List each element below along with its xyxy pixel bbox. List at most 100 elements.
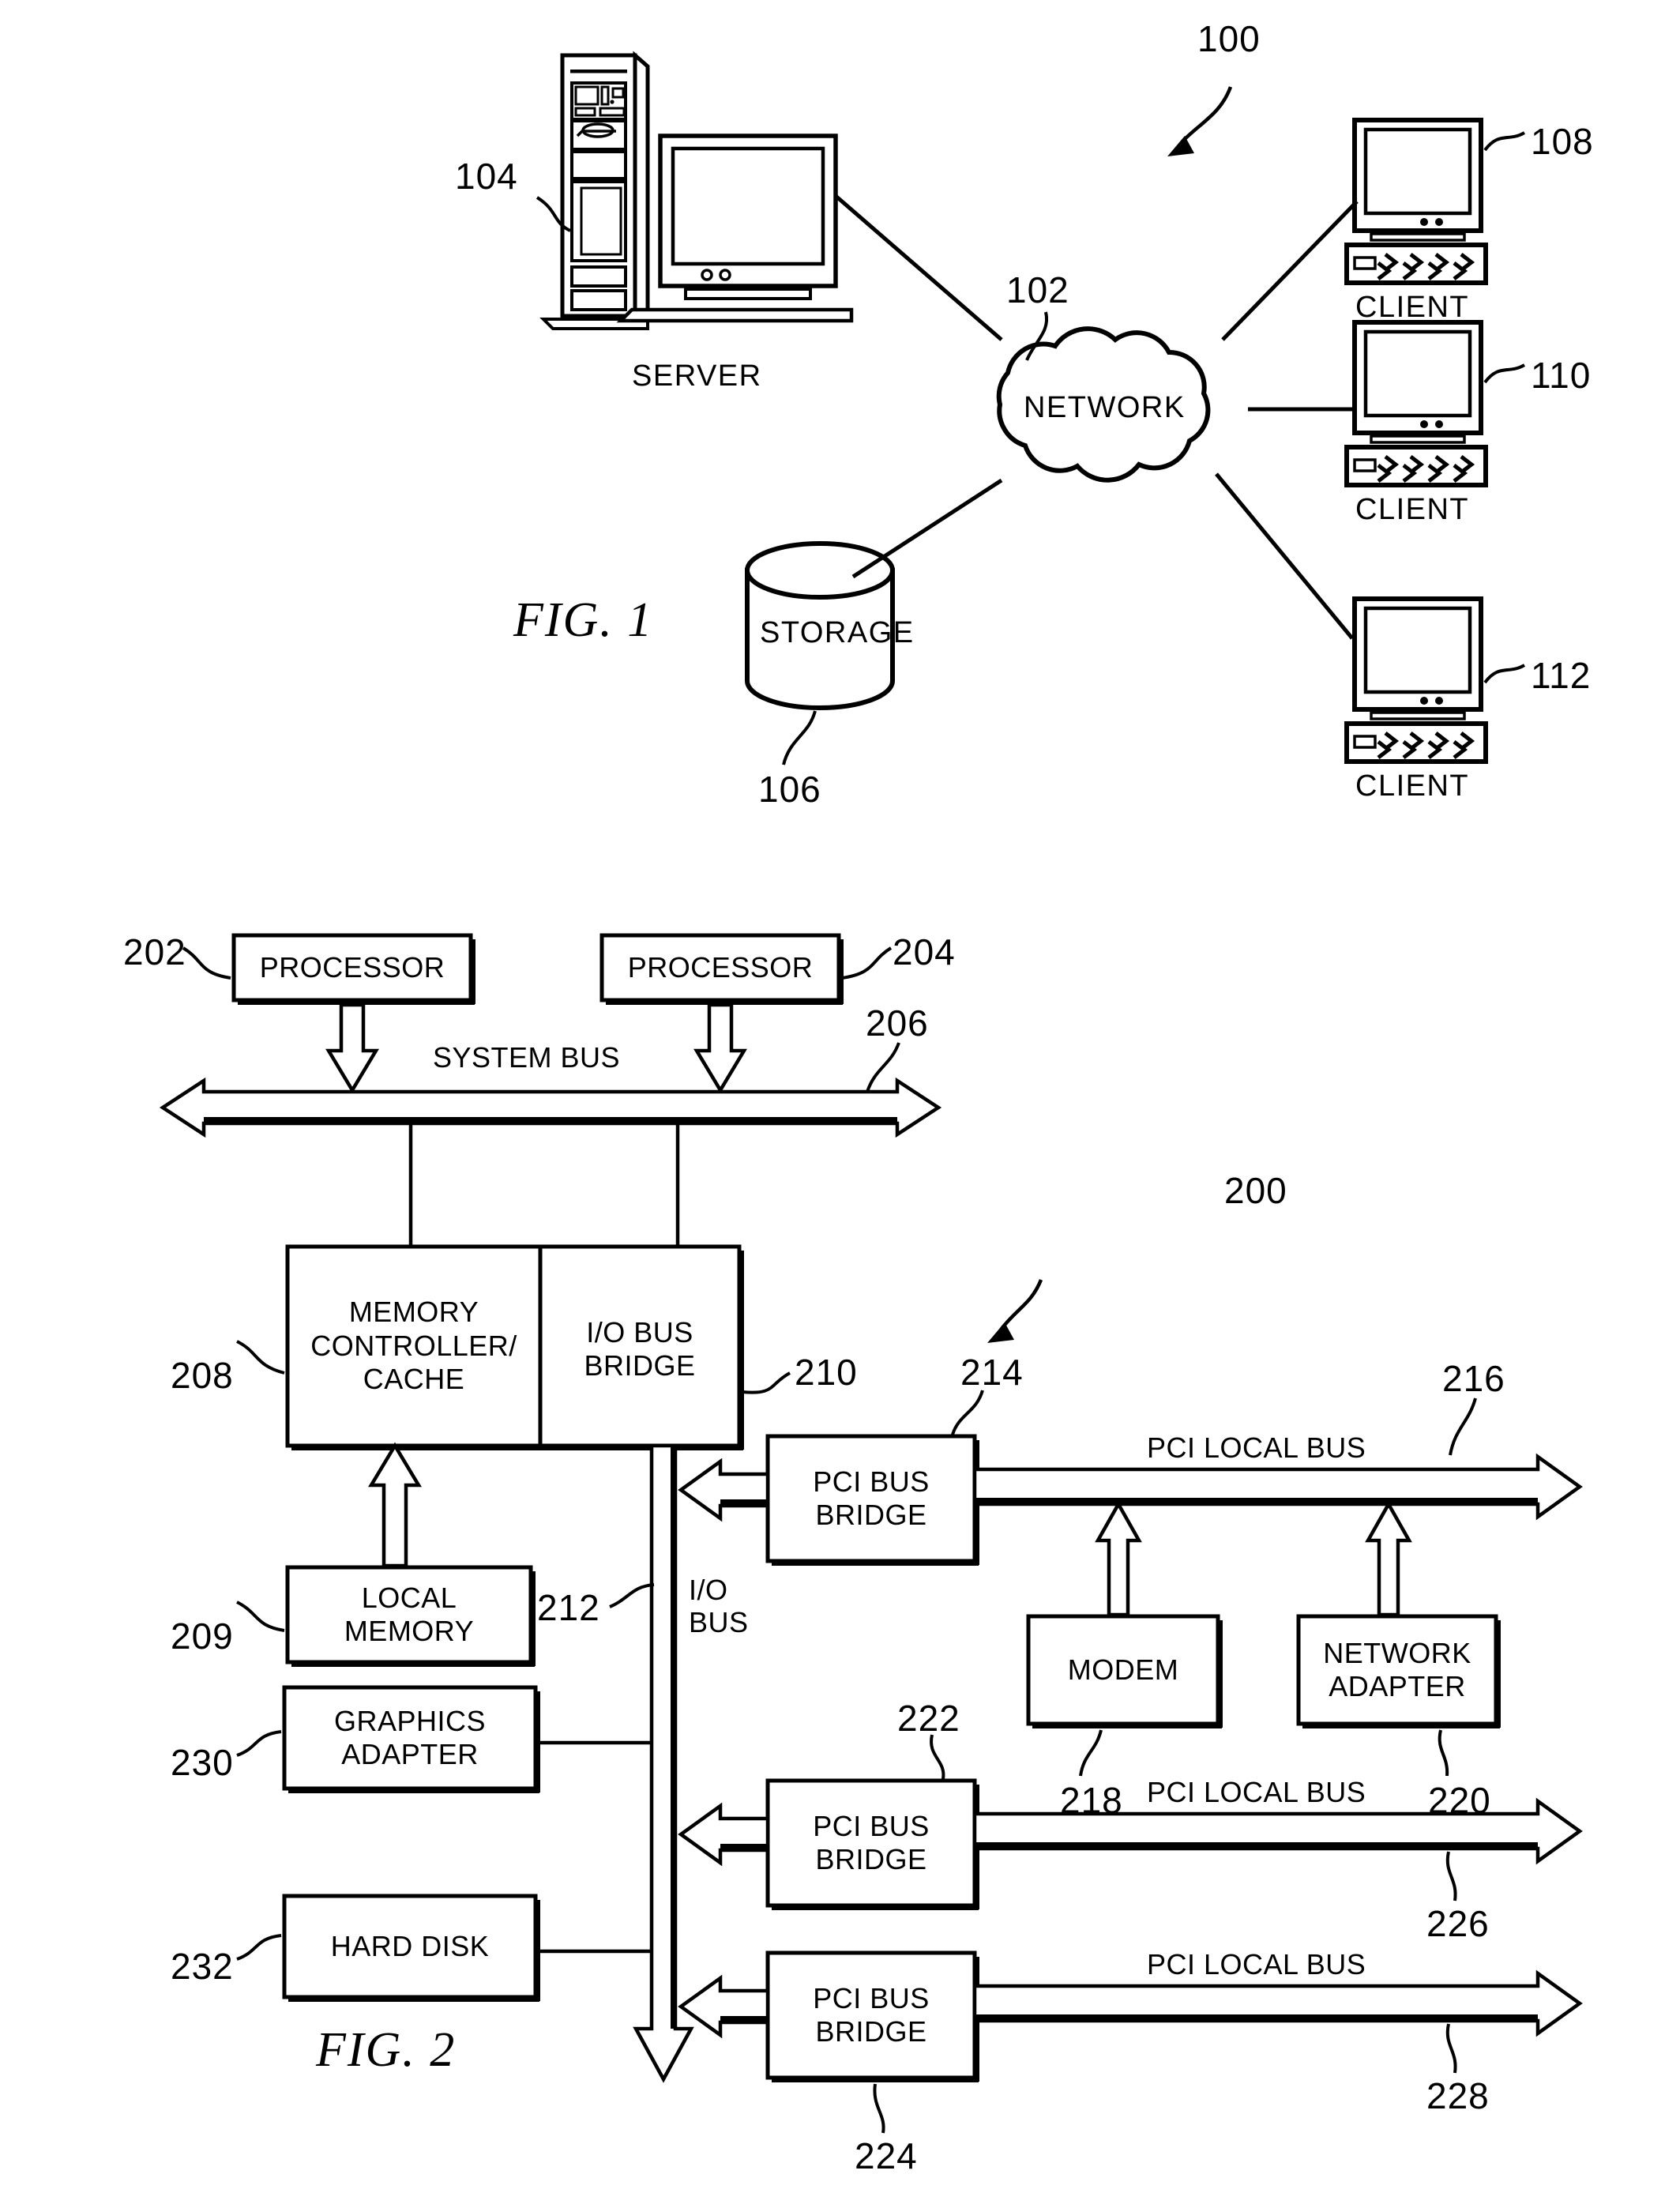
ref-230-leader <box>236 1730 282 1757</box>
memory-controller-label: MEMORY CONTROLLER/ CACHE <box>288 1254 540 1438</box>
server-monitor-icon <box>616 134 854 323</box>
ref-number-209: 209 <box>171 1616 234 1657</box>
ref-218-leader <box>1079 1729 1103 1777</box>
ref-number-216: 216 <box>1442 1358 1505 1399</box>
processor-1-to-system-bus-arrow <box>325 1002 379 1094</box>
network-adapter-line-1: NETWORK <box>1323 1636 1471 1669</box>
io-bus-vertical <box>633 1443 694 2083</box>
ref-209-leader <box>236 1601 285 1632</box>
local-memory-label: LOCAL MEMORY <box>288 1567 531 1662</box>
network-adapter-line-2: ADAPTER <box>1329 1670 1466 1702</box>
ref-112-leader <box>1483 664 1526 684</box>
network-adapter-to-bus-arrow <box>1365 1500 1412 1617</box>
ref-212-leader <box>609 1583 655 1608</box>
fig-1-label: FIG. 1 <box>513 593 654 647</box>
ref-number-106: 106 <box>758 769 821 810</box>
server-label: SERVER <box>632 359 762 393</box>
pci-bus-bridge-3-line-1: PCI BUS <box>813 1981 930 2014</box>
ref-220-leader <box>1438 1729 1449 1777</box>
pci-bus-bridge-1-line-2: BRIDGE <box>815 1499 927 1531</box>
ref-200-leader <box>987 1279 1043 1343</box>
ref-number-204: 204 <box>893 931 956 972</box>
storage-label: STORAGE <box>760 616 915 649</box>
local-memory-line-1: LOCAL <box>361 1581 457 1614</box>
ref-number-222: 222 <box>897 1698 960 1739</box>
ref-206-leader <box>866 1042 900 1093</box>
ref-224-leader <box>873 2083 885 2134</box>
ref-number-224: 224 <box>855 2135 918 2176</box>
ref-232-leader <box>236 1934 282 1961</box>
ref-210-leader <box>742 1371 791 1394</box>
io-bus-line-2: BUS <box>689 1606 749 1639</box>
ref-214-leader <box>951 1390 984 1435</box>
graphics-adapter-label: GRAPHICS ADAPTER <box>284 1687 536 1789</box>
ref-number-200: 200 <box>1224 1170 1287 1211</box>
ref-number-202: 202 <box>123 931 186 972</box>
ref-216-leader <box>1449 1397 1477 1456</box>
processor-2-to-system-bus-arrow <box>693 1002 747 1094</box>
pci-local-bus-3-arrow <box>972 1969 1583 2037</box>
hard-disk-label: HARD DISK <box>330 1929 490 1962</box>
pci-bridge-2-to-io-bus-arrow <box>678 1802 770 1867</box>
pci-local-bus-1-arrow <box>972 1453 1583 1521</box>
pci-bridge-1-to-io-bus-arrow <box>678 1458 770 1522</box>
ref-number-102: 102 <box>1006 269 1069 310</box>
ref-number-110: 110 <box>1531 355 1592 396</box>
pci-bus-bridge-3-label: PCI BUS BRIDGE <box>768 1953 975 2078</box>
ref-228-leader <box>1445 2023 1457 2074</box>
ref-106-leader <box>782 710 817 765</box>
client-1-icon <box>1344 118 1488 285</box>
ref-226-leader <box>1445 1851 1457 1901</box>
client-1-label: CLIENT <box>1355 291 1470 324</box>
modem-to-bus-arrow <box>1095 1500 1142 1617</box>
ref-222-leader <box>930 1734 945 1780</box>
io-bus-line-1: I/O <box>689 1574 728 1606</box>
client-3-icon <box>1344 596 1488 764</box>
io-bus-label: I/O BUS <box>689 1574 749 1639</box>
pci-bus-bridge-3-line-2: BRIDGE <box>815 2015 927 2048</box>
ref-number-232: 232 <box>171 1946 234 1987</box>
pci-bus-bridge-2-label: PCI BUS BRIDGE <box>768 1781 975 1905</box>
ref-number-112: 112 <box>1531 655 1592 696</box>
fig-2-label: FIG. 2 <box>316 2023 457 2077</box>
network-label: NETWORK <box>1024 391 1186 424</box>
ref-number-228: 228 <box>1426 2075 1490 2116</box>
network-adapter-label: NETWORK ADAPTER <box>1299 1616 1496 1724</box>
client-2-label: CLIENT <box>1355 493 1470 526</box>
ref-number-220: 220 <box>1428 1780 1491 1821</box>
ref-204-leader <box>841 946 893 980</box>
ref-number-206: 206 <box>866 1002 929 1044</box>
ref-202-leader <box>182 946 231 980</box>
client-3-label: CLIENT <box>1355 769 1470 803</box>
ref-208-leader <box>236 1340 285 1375</box>
memory-controller-line-1: MEMORY <box>348 1296 479 1329</box>
ref-number-208: 208 <box>171 1355 234 1396</box>
ref-number-226: 226 <box>1426 1903 1490 1944</box>
patent-figure-sheet: 100 104 SERVER 102 NETWORK STORAGE 106 F… <box>0 0 1680 2208</box>
pci-bus-bridge-1-line-1: PCI BUS <box>813 1465 930 1498</box>
processor-2-label: PROCESSOR <box>627 950 814 984</box>
processor-1-label: PROCESSOR <box>259 950 445 984</box>
io-bus-bridge-label: I/O BUS BRIDGE <box>540 1266 739 1433</box>
ref-number-214: 214 <box>960 1352 1024 1393</box>
pci-local-bus-2-label: PCI LOCAL BUS <box>1147 1776 1366 1808</box>
graphics-adapter-line-1: GRAPHICS <box>333 1704 487 1737</box>
ref-number-210: 210 <box>795 1352 858 1393</box>
pci-bus-bridge-1-label: PCI BUS BRIDGE <box>768 1436 975 1561</box>
pci-bridge-3-to-io-bus-arrow <box>678 1974 770 2039</box>
io-bus-bridge-line-1: I/O BUS <box>586 1315 693 1348</box>
pci-local-bus-1-label: PCI LOCAL BUS <box>1147 1431 1366 1464</box>
pci-bus-bridge-2-line-1: PCI BUS <box>813 1809 930 1842</box>
ref-number-212: 212 <box>537 1587 600 1628</box>
local-memory-line-2: MEMORY <box>344 1615 475 1647</box>
server-tower-icon <box>539 51 650 330</box>
pci-local-bus-3-label: PCI LOCAL BUS <box>1147 1948 1366 1980</box>
system-bus-label: SYSTEM BUS <box>433 1041 621 1074</box>
local-memory-to-controller-arrow <box>368 1442 422 1568</box>
ref-110-leader <box>1483 363 1526 384</box>
modem-label: MODEM <box>1067 1653 1179 1686</box>
ref-number-104: 104 <box>455 156 518 197</box>
ref-number-230: 230 <box>171 1742 234 1783</box>
ref-number-108: 108 <box>1531 121 1594 162</box>
pci-bus-bridge-2-line-2: BRIDGE <box>815 1843 927 1875</box>
